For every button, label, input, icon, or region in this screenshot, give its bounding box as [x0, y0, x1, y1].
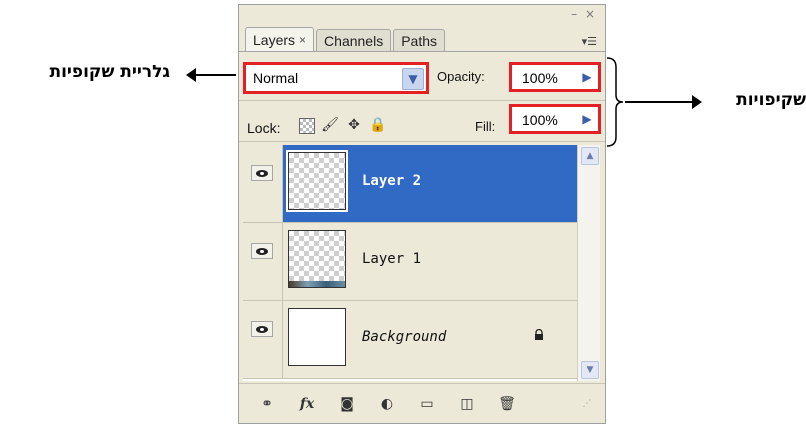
tab-divider: [239, 51, 605, 52]
opacity-label: Opacity:: [437, 69, 485, 84]
annotation-brace: [606, 57, 624, 147]
trash-icon[interactable]: 🗑: [495, 394, 519, 414]
fill-slider-arrow-icon[interactable]: ▶: [579, 109, 595, 129]
lock-icons: 🖌 ✥ 🔒: [299, 116, 387, 134]
visibility-cell: [243, 301, 283, 378]
tab-layers-label: Layers: [253, 32, 296, 48]
tab-layers[interactable]: Layers ×: [245, 27, 315, 52]
layers-panel: – × Layers × Channels Paths ▾☰ Normal ▼ …: [238, 4, 606, 424]
layer-row-layer-1[interactable]: Layer 1: [243, 223, 577, 301]
fill-field[interactable]: 100% ▶: [509, 104, 601, 134]
layer-row-layer-2[interactable]: Layer 2: [243, 145, 577, 223]
layer-thumbnail: [286, 150, 348, 212]
folder-icon[interactable]: ▭: [415, 394, 439, 414]
lock-all-icon[interactable]: 🔒: [369, 116, 387, 134]
layer-thumbnail: [288, 308, 346, 366]
eye-icon[interactable]: [251, 243, 273, 259]
lock-transparency-icon[interactable]: [299, 118, 315, 134]
lock-icon: [535, 329, 543, 340]
visibility-cell: [243, 223, 283, 300]
fill-value[interactable]: 100%: [522, 112, 558, 128]
new-layer-icon[interactable]: ◫: [455, 394, 479, 414]
annotation-slide-gallery: גלריית שקופיות: [49, 62, 170, 82]
eye-icon[interactable]: [251, 165, 273, 181]
blend-mode-dropdown[interactable]: Normal ▼: [243, 62, 429, 94]
panel-tabs: Layers × Channels Paths: [245, 26, 447, 52]
eye-icon[interactable]: [251, 321, 273, 337]
lock-image-brush-icon[interactable]: 🖌: [321, 116, 339, 134]
window-controls[interactable]: – ×: [571, 7, 597, 21]
scrollbar[interactable]: ▲ ▼: [577, 145, 600, 381]
opacity-slider-arrow-icon[interactable]: ▶: [579, 67, 595, 87]
visibility-cell: [243, 145, 283, 222]
layer-name: Layer 2: [362, 173, 422, 189]
fx-icon[interactable]: fx: [295, 394, 319, 414]
divider: [239, 100, 605, 101]
panel-menu-icon[interactable]: ▾☰: [582, 35, 597, 48]
tab-channels-label: Channels: [324, 33, 384, 49]
divider: [239, 141, 605, 142]
fill-label: Fill:: [475, 119, 496, 134]
layers-list: Layer 2 Layer 1 Background: [243, 145, 577, 381]
annotation-arrow-right: [625, 95, 702, 109]
scroll-down-icon[interactable]: ▼: [581, 361, 599, 379]
layers-toolbar: ⚭ fx ◙ ◐ ▭ ◫ 🗑 ⋰: [239, 383, 605, 424]
scroll-up-icon[interactable]: ▲: [581, 147, 599, 165]
lock-position-move-icon[interactable]: ✥: [345, 116, 363, 134]
link-icon[interactable]: ⚭: [255, 394, 279, 414]
blend-mode-value: Normal: [253, 70, 299, 86]
chevron-down-icon[interactable]: ▼: [402, 68, 424, 90]
layer-name: Background: [362, 329, 447, 345]
close-icon[interactable]: ×: [299, 33, 306, 47]
resize-grip-icon[interactable]: ⋰: [575, 394, 599, 414]
tab-channels[interactable]: Channels: [316, 29, 392, 52]
tab-paths[interactable]: Paths: [393, 29, 446, 52]
mask-icon[interactable]: ◙: [335, 394, 359, 414]
layer-name: Layer 1: [362, 251, 422, 267]
lock-label: Lock:: [247, 120, 281, 136]
opacity-field[interactable]: 100% ▶: [509, 62, 601, 92]
adjustment-icon[interactable]: ◐: [375, 394, 399, 414]
layer-thumbnail: [288, 230, 346, 288]
annotation-arrow-left: [186, 68, 236, 82]
opacity-value[interactable]: 100%: [522, 70, 558, 86]
layer-row-background[interactable]: Background: [243, 301, 577, 379]
annotation-transparencies: שקיפויות: [736, 90, 806, 110]
tab-paths-label: Paths: [401, 33, 438, 49]
